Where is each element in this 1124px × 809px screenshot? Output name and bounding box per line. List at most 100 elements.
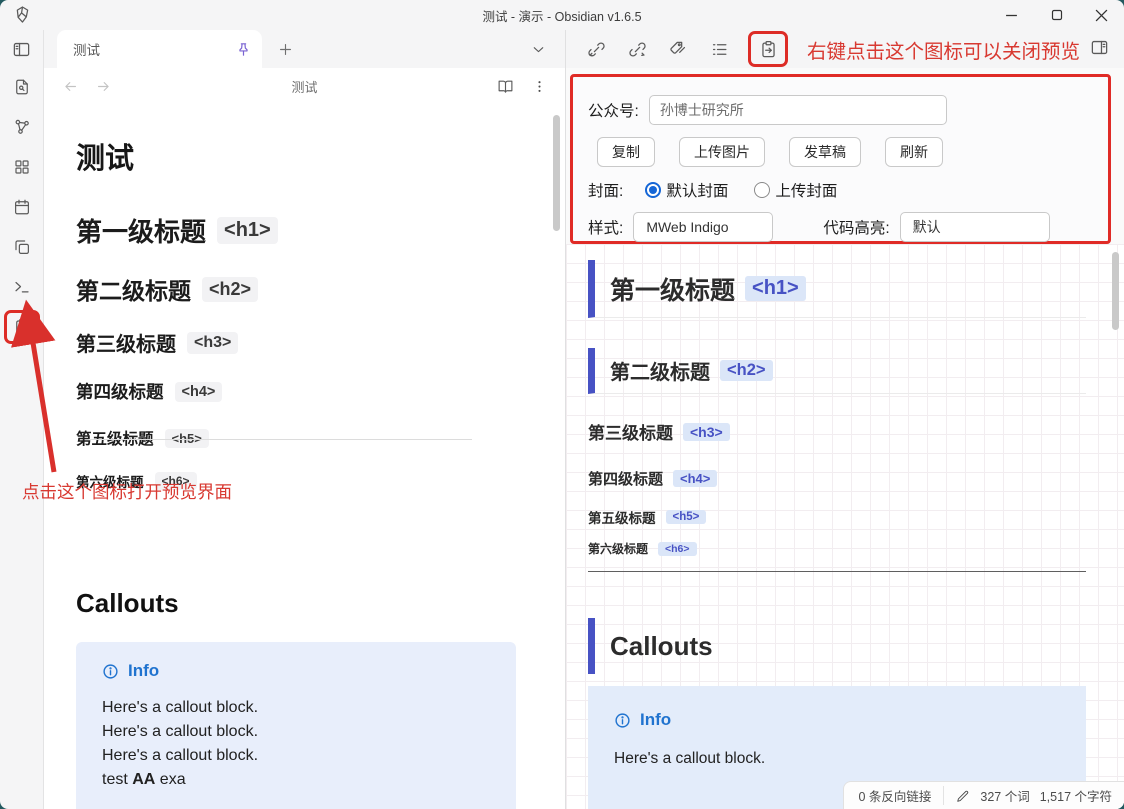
editor-info-callout[interactable]: Info Here's a callout block. Here's a ca…	[76, 642, 516, 809]
editor-h4[interactable]: 第四级标题<h4>	[76, 379, 565, 404]
radio-selected-icon	[645, 182, 661, 198]
h1-code-tag: <h1>	[217, 217, 278, 244]
h4-code-tag: <h4>	[175, 382, 223, 402]
preview-h5: 第五级标题<h5>	[588, 507, 1086, 527]
annotation-open-preview: 点击这个图标打开预览界面	[22, 479, 232, 504]
editor-scrollbar[interactable]	[553, 115, 560, 231]
word-count[interactable]: 327 个词	[980, 786, 1029, 805]
account-label: 公众号:	[588, 99, 639, 121]
h3-code-tag: <h3>	[187, 332, 238, 354]
preview-rendered-content: 第一级标题<h1> 第二级标题<h2> 第三级标题<h3> 第四级标题<h4> …	[566, 244, 1124, 809]
preview-panel: 公众号: 复制 上传图片 发草稿 刷新 封面: 默认封面	[566, 68, 1124, 809]
callout-title-text: Info	[640, 710, 671, 730]
editor-h1[interactable]: 第一级标题<h1>	[76, 212, 565, 249]
callout-line: Here's a callout block.	[102, 744, 490, 768]
char-count[interactable]: 1,517 个字符	[1040, 786, 1112, 805]
right-pane: 右键点击这个图标可以关闭预览 公众号: 复制 上传图片 发草稿	[565, 30, 1124, 809]
preview-plugin-icon[interactable]	[9, 314, 35, 340]
code-highlight-select[interactable]: 默认	[900, 212, 1050, 242]
maximize-button[interactable]	[1034, 0, 1079, 30]
style-select[interactable]: MWeb Indigo	[633, 212, 773, 242]
callout-line: Here's a callout block.	[102, 696, 490, 720]
note-inline-title[interactable]: 测试	[76, 142, 565, 176]
account-input[interactable]	[649, 95, 947, 125]
window-title: 测试 - 演示 - Obsidian v1.6.5	[0, 6, 1124, 25]
status-bar: 0 条反向链接 327 个词 1,517 个字符	[843, 781, 1124, 809]
annotation-close-preview: 右键点击这个图标可以关闭预览	[807, 35, 1080, 64]
h2-code-tag: <h2>	[202, 277, 258, 302]
terminal-icon[interactable]	[9, 274, 35, 300]
refresh-button[interactable]: 刷新	[885, 137, 943, 167]
preview-callouts-heading: Callouts	[588, 618, 1086, 674]
copy-button[interactable]: 复制	[597, 137, 655, 167]
graph-view-icon[interactable]	[9, 114, 35, 140]
outgoing-links-icon[interactable]	[625, 37, 649, 61]
left-sidebar-toggle-icon[interactable]	[9, 36, 35, 62]
preview-scrollbar[interactable]	[1112, 252, 1119, 330]
backlinks-icon[interactable]	[584, 37, 608, 61]
preview-horizontal-rule	[588, 571, 1086, 572]
left-pane: 测试	[44, 30, 565, 809]
editor-horizontal-rule	[89, 439, 472, 440]
callout-line: test AA exa	[102, 768, 490, 792]
ribbon-preview-highlight-box	[4, 310, 40, 344]
right-sidebar-toggle-icon[interactable]	[1090, 38, 1109, 57]
breadcrumb: 测试	[112, 77, 497, 96]
preview-h4: 第四级标题<h4>	[588, 468, 1086, 489]
left-ribbon	[0, 30, 44, 809]
toolbar-preview-highlight-box	[748, 31, 788, 67]
form-highlight-box: 公众号: 复制 上传图片 发草稿 刷新 封面: 默认封面	[570, 74, 1111, 244]
tags-icon[interactable]	[666, 37, 690, 61]
close-button[interactable]	[1079, 0, 1124, 30]
titlebar: 测试 - 演示 - Obsidian v1.6.5	[0, 0, 1124, 30]
cover-default-radio[interactable]: 默认封面	[645, 179, 728, 201]
preview-h1: 第一级标题<h1>	[588, 260, 1086, 318]
right-tab-bar: 右键点击这个图标可以关闭预览	[566, 30, 1124, 68]
style-label: 样式:	[588, 216, 623, 238]
reading-mode-icon[interactable]	[497, 78, 514, 95]
canvas-icon[interactable]	[9, 154, 35, 180]
editor-h5[interactable]: 第五级标题<h5>	[76, 427, 565, 449]
post-draft-button[interactable]: 发草稿	[789, 137, 861, 167]
nav-forward-icon[interactable]	[95, 78, 112, 95]
h1-code-tag: <h1>	[745, 276, 806, 301]
preview-h6: 第六级标题<h6>	[588, 540, 1086, 557]
h6-code-tag: <h6>	[658, 542, 697, 556]
preview-h2: 第二级标题<h2>	[588, 348, 1086, 394]
backlinks-count[interactable]: 0 条反向链接	[858, 786, 931, 805]
radio-unselected-icon	[754, 182, 770, 198]
edit-pencil-icon[interactable]	[956, 789, 970, 803]
new-tab-button[interactable]	[272, 36, 298, 62]
templates-copy-icon[interactable]	[9, 234, 35, 260]
callout-title-text: Info	[128, 661, 159, 681]
callout-line: Here's a callout block.	[614, 750, 1060, 768]
code-highlight-label: 代码高亮:	[823, 216, 889, 238]
tab-active[interactable]: 测试	[57, 30, 262, 68]
editor-h2[interactable]: 第二级标题<h2>	[76, 272, 565, 306]
info-circle-icon	[614, 712, 631, 729]
obsidian-logo-icon	[13, 5, 32, 24]
editor-h3[interactable]: 第三级标题<h3>	[76, 328, 565, 357]
preview-plugin-icon[interactable]	[756, 37, 780, 61]
cover-upload-radio[interactable]: 上传封面	[754, 179, 837, 201]
upload-image-button[interactable]: 上传图片	[679, 137, 765, 167]
tab-title: 测试	[73, 39, 235, 59]
minimize-button[interactable]	[989, 0, 1034, 30]
left-tab-bar: 测试	[44, 30, 565, 68]
pin-icon[interactable]	[235, 41, 252, 58]
editor-callouts-heading[interactable]: Callouts	[76, 587, 565, 619]
preview-h3: 第三级标题<h3>	[588, 419, 1086, 444]
nav-back-icon[interactable]	[62, 78, 79, 95]
h5-code-tag: <h5>	[666, 510, 707, 524]
h5-code-tag: <h5>	[165, 429, 209, 448]
quick-switcher-icon[interactable]	[9, 74, 35, 100]
h2-code-tag: <h2>	[720, 360, 773, 381]
more-options-icon[interactable]	[532, 79, 547, 94]
callout-line: Here's a callout block.	[102, 720, 490, 744]
cover-label: 封面:	[588, 179, 623, 201]
obsidian-window: 测试 - 演示 - Obsidian v1.6.5	[0, 0, 1124, 809]
outline-icon[interactable]	[707, 37, 731, 61]
tab-list-chevron-down-icon[interactable]	[530, 41, 547, 58]
h3-code-tag: <h3>	[683, 423, 730, 441]
daily-note-calendar-icon[interactable]	[9, 194, 35, 220]
